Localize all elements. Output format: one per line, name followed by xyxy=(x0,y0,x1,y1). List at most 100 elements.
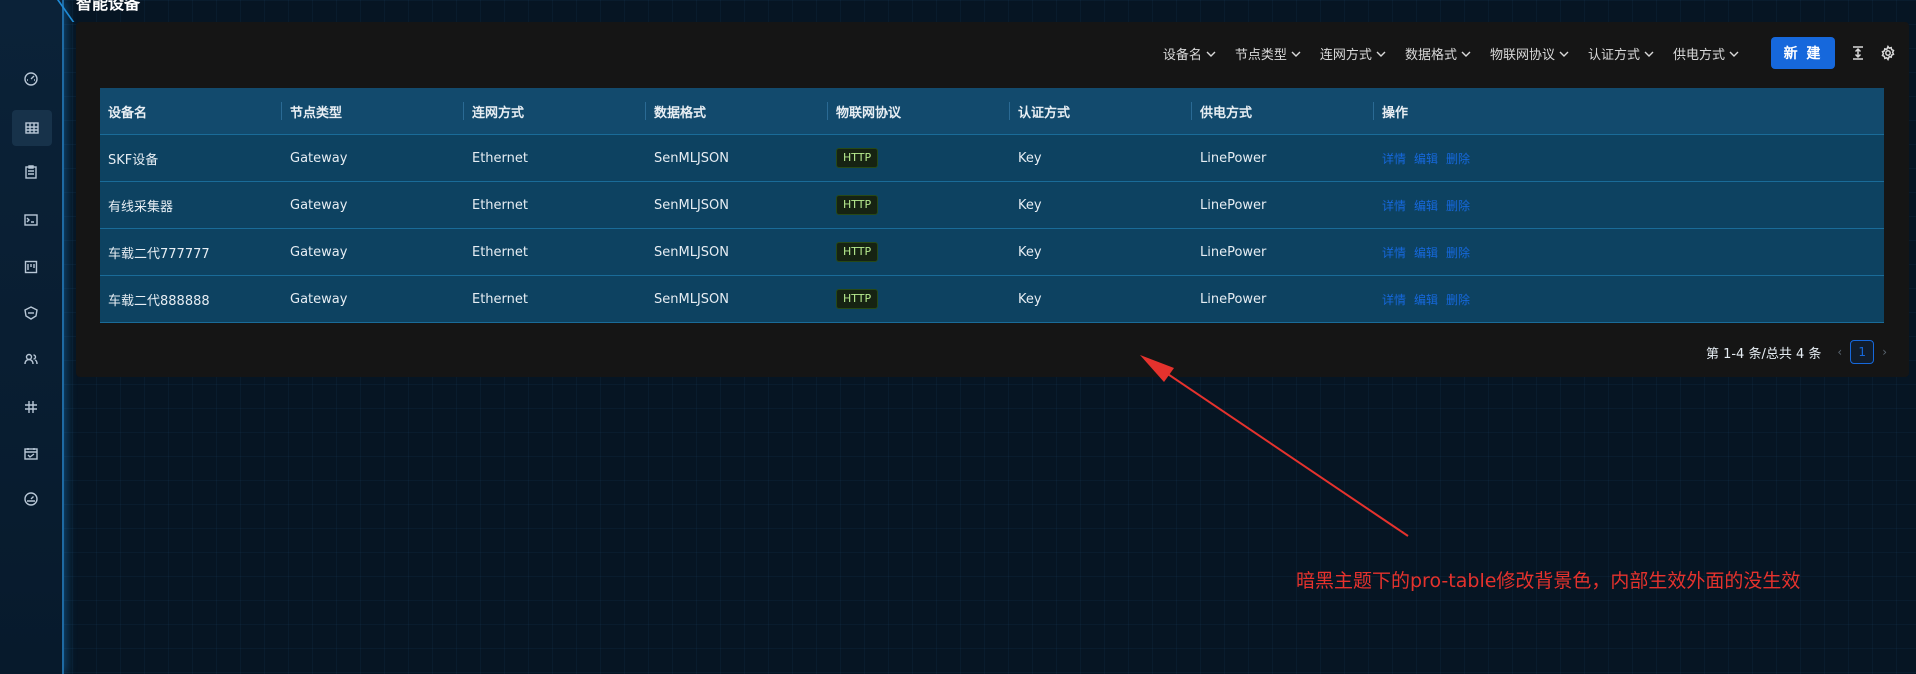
calendar-icon[interactable] xyxy=(20,443,42,465)
cell-auth: Key xyxy=(1010,275,1192,323)
protocol-tag: HTTP xyxy=(836,148,879,168)
column-header[interactable]: 物联网协议 xyxy=(828,88,1010,135)
cell-node: Gateway xyxy=(282,181,464,229)
filter-dropdown[interactable]: 节点类型 xyxy=(1235,44,1301,63)
chevron-down-icon xyxy=(1644,48,1654,58)
filter-dropdown[interactable]: 供电方式 xyxy=(1673,44,1739,63)
annotation-text: 暗黑主题下的pro-table修改背景色，内部生效外面的没生效 xyxy=(1296,570,1801,592)
cell-protocol: HTTP xyxy=(828,275,1010,323)
cell-name: 有线采集器 xyxy=(100,181,282,229)
table-icon[interactable] xyxy=(12,110,52,146)
protocol-tag: HTTP xyxy=(836,242,879,262)
board-icon[interactable] xyxy=(20,256,42,278)
pagination: 第 1-4 条/总共 4 条 ‹ 1 › xyxy=(1706,340,1895,364)
cell-format: SenMLJSON xyxy=(646,134,828,182)
clipboard-icon[interactable] xyxy=(20,161,42,183)
chevron-down-icon xyxy=(1206,48,1216,58)
filter-dropdown[interactable]: 物联网协议 xyxy=(1490,44,1569,63)
table-toolbar: 设备名 节点类型 连网方式 数据格式 物联网协议 认证方式 供电方式 新 建 xyxy=(1163,37,1909,69)
table-row: 有线采集器 Gateway Ethernet SenMLJSON HTTP Key Line… xyxy=(100,181,1884,229)
cell-format: SenMLJSON xyxy=(646,275,828,323)
cell-node: Gateway xyxy=(282,275,464,323)
protocol-tag: HTTP xyxy=(836,289,879,309)
sidebar-corner-decoration xyxy=(31,0,75,22)
users-icon[interactable] xyxy=(20,348,42,370)
device-table: 设备名 节点类型 连网方式 数据格式 物联网协议 认证方式 供电方式 操作 SK… xyxy=(100,88,1884,323)
cell-net: Ethernet xyxy=(464,181,646,229)
filter-dropdown[interactable]: 数据格式 xyxy=(1405,44,1471,63)
cell-name: SKF设备 xyxy=(100,134,282,182)
cell-actions: 详情 编辑 删除 xyxy=(1374,181,1884,229)
column-header[interactable]: 供电方式 xyxy=(1192,88,1374,135)
column-header[interactable]: 认证方式 xyxy=(1010,88,1192,135)
detail-link[interactable]: 详情 xyxy=(1382,246,1406,260)
cell-name: 车载二代777777 xyxy=(100,228,282,276)
column-header[interactable]: 数据格式 xyxy=(646,88,828,135)
cell-auth: Key xyxy=(1010,134,1192,182)
edit-link[interactable]: 编辑 xyxy=(1414,293,1438,307)
table-row: 车载二代777777 Gateway Ethernet SenMLJSON HTTP Ke… xyxy=(100,228,1884,276)
next-page-icon[interactable]: › xyxy=(1882,345,1887,359)
detail-link[interactable]: 详情 xyxy=(1382,293,1406,307)
filter-dropdown[interactable]: 连网方式 xyxy=(1320,44,1386,63)
cell-node: Gateway xyxy=(282,134,464,182)
cell-auth: Key xyxy=(1010,181,1192,229)
terminal-icon[interactable] xyxy=(20,209,42,231)
chevron-down-icon xyxy=(1376,48,1386,58)
dashboard-icon[interactable] xyxy=(20,68,42,90)
cell-power: LinePower xyxy=(1192,134,1374,182)
cell-name: 车载二代888888 xyxy=(100,275,282,323)
page-item-current[interactable]: 1 xyxy=(1850,340,1875,364)
edit-link[interactable]: 编辑 xyxy=(1414,246,1438,260)
detail-link[interactable]: 详情 xyxy=(1382,152,1406,166)
pagination-summary: 第 1-4 条/总共 4 条 xyxy=(1705,346,1822,362)
gear-icon[interactable] xyxy=(1879,44,1897,62)
chevron-down-icon xyxy=(1559,48,1569,58)
filter-label: 节点类型 xyxy=(1234,47,1287,63)
filter-dropdown[interactable]: 认证方式 xyxy=(1588,44,1654,63)
page-title: 智能设备 xyxy=(76,0,141,13)
filter-label: 设备名 xyxy=(1162,47,1202,63)
sidebar xyxy=(0,0,75,674)
cell-net: Ethernet xyxy=(464,275,646,323)
chevron-down-icon xyxy=(1729,48,1739,58)
filter-label: 认证方式 xyxy=(1587,47,1640,63)
edit-link[interactable]: 编辑 xyxy=(1414,199,1438,213)
protocol-tag: HTTP xyxy=(836,195,879,215)
cell-power: LinePower xyxy=(1192,181,1374,229)
cell-protocol: HTTP xyxy=(828,181,1010,229)
delete-link[interactable]: 删除 xyxy=(1446,246,1470,260)
new-button[interactable]: 新 建 xyxy=(1771,37,1835,69)
pro-table-card: 设备名 节点类型 连网方式 数据格式 物联网协议 认证方式 供电方式 新 建 设备名 节点类… xyxy=(76,22,1909,377)
edit-link[interactable]: 编辑 xyxy=(1414,152,1438,166)
cell-net: Ethernet xyxy=(464,134,646,182)
column-header[interactable]: 连网方式 xyxy=(464,88,646,135)
table-row: 车载二代888888 Gateway Ethernet SenMLJSON HTTP Ke… xyxy=(100,275,1884,323)
prev-page-icon[interactable]: ‹ xyxy=(1837,345,1842,359)
delete-link[interactable]: 删除 xyxy=(1446,199,1470,213)
cell-format: SenMLJSON xyxy=(646,228,828,276)
cell-protocol: HTTP xyxy=(828,228,1010,276)
column-header[interactable]: 设备名 xyxy=(100,88,282,135)
filter-label: 供电方式 xyxy=(1672,47,1725,63)
gauge-icon[interactable] xyxy=(20,488,42,510)
filter-label: 连网方式 xyxy=(1319,47,1372,63)
delete-link[interactable]: 删除 xyxy=(1446,152,1470,166)
filter-group: 设备名 节点类型 连网方式 数据格式 物联网协议 认证方式 供电方式 xyxy=(1163,44,1758,63)
column-header: 操作 xyxy=(1374,88,1884,135)
cell-actions: 详情 编辑 删除 xyxy=(1374,275,1884,323)
slack-icon[interactable] xyxy=(20,396,42,418)
shield-icon[interactable] xyxy=(20,302,42,324)
column-header[interactable]: 节点类型 xyxy=(282,88,464,135)
column-height-icon[interactable] xyxy=(1849,44,1867,62)
delete-link[interactable]: 删除 xyxy=(1446,293,1470,307)
cell-auth: Key xyxy=(1010,228,1192,276)
cell-format: SenMLJSON xyxy=(646,181,828,229)
chevron-down-icon xyxy=(1291,48,1301,58)
detail-link[interactable]: 详情 xyxy=(1382,199,1406,213)
cell-protocol: HTTP xyxy=(828,134,1010,182)
cell-power: LinePower xyxy=(1192,275,1374,323)
cell-node: Gateway xyxy=(282,228,464,276)
filter-dropdown[interactable]: 设备名 xyxy=(1163,44,1216,63)
table-row: SKF设备 Gateway Ethernet SenMLJSON HTTP Key Line… xyxy=(100,134,1884,182)
